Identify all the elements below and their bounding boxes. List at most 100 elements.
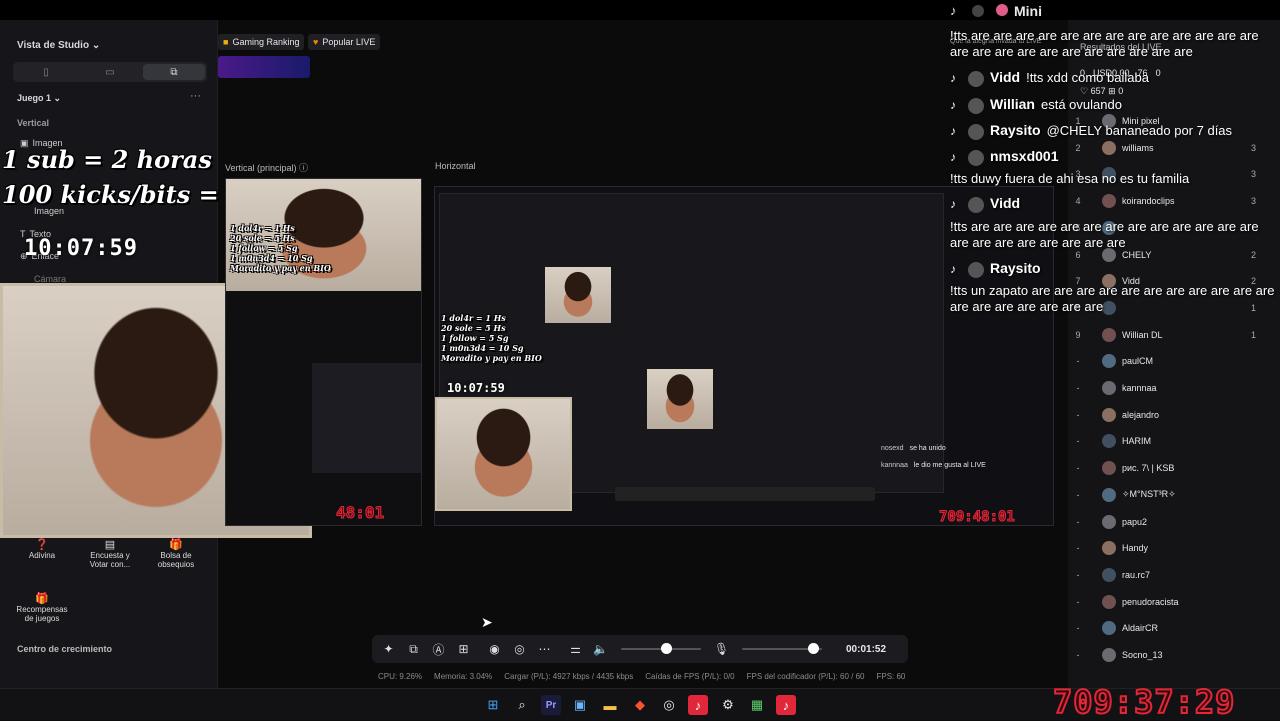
ranking-row[interactable]: - kannnaa bbox=[1068, 375, 1268, 401]
ranking-row[interactable]: - HARIM bbox=[1068, 428, 1268, 454]
layers-icon[interactable]: ⧉ bbox=[401, 635, 426, 663]
tab-gaming-ranking[interactable]: ■ Gaming Ranking bbox=[218, 34, 305, 50]
chevron-down-icon: ⌄ bbox=[91, 40, 101, 51]
ranking-row[interactable]: - rau.rc7 bbox=[1068, 562, 1268, 588]
layout-horizontal-option[interactable]: ▭ bbox=[79, 64, 141, 80]
ranking-row[interactable]: - AldairCR bbox=[1068, 615, 1268, 641]
layout-dual-option[interactable]: ⧉ bbox=[143, 64, 205, 80]
vertical-preview[interactable]: 1 dol4r = 1 Hs 20 sole = 5 Hs 1 follow =… bbox=[225, 178, 422, 526]
settings-icon[interactable]: ⚙ bbox=[718, 695, 738, 715]
rank-username: rau.rc7 bbox=[1122, 569, 1151, 580]
chat-message: !tts are are are are are are are are are… bbox=[950, 28, 1276, 60]
folder-icon[interactable]: ▬ bbox=[600, 695, 620, 715]
chat-text: !tts un zapato are are are are are are a… bbox=[950, 283, 1275, 314]
sidebar-timer: 10:07:59 bbox=[24, 236, 138, 261]
tile-guess[interactable]: ❓ Adivina bbox=[14, 538, 70, 560]
ranking-row[interactable]: 9 Willian DL 1 bbox=[1068, 322, 1268, 348]
search-icon[interactable]: ⌕ bbox=[512, 695, 532, 715]
avatar bbox=[1102, 514, 1116, 529]
speaker-volume-slider[interactable] bbox=[621, 643, 701, 654]
rank-number: - bbox=[1076, 383, 1080, 393]
tiktok-icon: ♪ bbox=[950, 150, 956, 164]
scene-dropdown[interactable]: Juego 1 ⌄ bbox=[17, 93, 61, 104]
rank-number: - bbox=[1076, 463, 1080, 474]
avatar bbox=[1102, 487, 1116, 502]
more-icon[interactable]: ⋯ bbox=[532, 635, 557, 663]
app-icon[interactable]: ▦ bbox=[747, 695, 767, 715]
trophy-icon: ■ bbox=[223, 37, 229, 47]
chat-text: está ovulando bbox=[1041, 97, 1122, 112]
rank-score: 2 bbox=[1250, 249, 1256, 260]
avatar bbox=[968, 149, 984, 166]
title-bar: ♪ Mini bbox=[0, 0, 1280, 20]
more-options-icon[interactable]: ··· bbox=[190, 90, 201, 102]
ranking-row[interactable]: - paulCM bbox=[1068, 348, 1268, 374]
tile-game-rewards[interactable]: 🎁 Recompensas de juegos bbox=[12, 592, 72, 623]
rank-number: - bbox=[1076, 409, 1080, 420]
slider-knob[interactable] bbox=[808, 643, 819, 654]
heart-icon: ♡ bbox=[1080, 86, 1091, 96]
avatar bbox=[968, 261, 984, 278]
nested-webcam-1 bbox=[545, 267, 611, 323]
nested-webcam-2 bbox=[435, 397, 572, 511]
effects-icon[interactable]: ✦ bbox=[376, 635, 401, 663]
ranking-row[interactable]: - papu2 bbox=[1068, 509, 1268, 535]
add-source-icon[interactable]: ⊞ bbox=[451, 635, 476, 663]
obs-icon[interactable]: ◎ bbox=[659, 695, 679, 715]
badge-icon bbox=[996, 4, 1008, 16]
rank-number: - bbox=[1076, 596, 1080, 607]
rank-username: paulCM bbox=[1122, 356, 1154, 367]
ranking-row[interactable]: - penudoracista bbox=[1068, 589, 1268, 615]
chat-username: Vidd bbox=[990, 195, 1021, 211]
tiktok-icon[interactable]: ♪ bbox=[776, 695, 796, 715]
premiere-icon[interactable]: Pr bbox=[541, 695, 561, 715]
speaker-icon[interactable]: 🔈 bbox=[588, 635, 613, 663]
tile-gift-bag[interactable]: 🎁 Bolsa de obsequios bbox=[148, 538, 204, 569]
notification-user: kannnaa bbox=[881, 462, 908, 469]
tile-label: Recompensas de juegos bbox=[16, 605, 68, 623]
capture-icon[interactable]: ◎ bbox=[507, 635, 532, 663]
mixer-icon[interactable]: ⚌ bbox=[563, 635, 588, 663]
chat-message: ♪ Vidd !tts xdd como bailaba bbox=[950, 69, 1276, 87]
ranking-row[interactable]: - Handy bbox=[1068, 535, 1268, 561]
ranking-row[interactable]: - ✧M°NST³R✧ bbox=[1068, 482, 1268, 508]
capture-app-icon[interactable]: ▣ bbox=[570, 695, 590, 715]
studio-view-dropdown[interactable]: Vista de Studio ⌄ bbox=[17, 40, 100, 51]
windows-start-icon[interactable]: ⊞ bbox=[483, 695, 503, 715]
tiktok-studio-icon[interactable]: ♪ bbox=[688, 695, 708, 715]
brave-icon[interactable]: ◆ bbox=[630, 695, 650, 715]
ranking-row[interactable]: - Socno_13 bbox=[1068, 642, 1268, 668]
chat-message: !tts un zapato are are are are are are a… bbox=[950, 283, 1276, 315]
microphone-icon[interactable]: 🎙 bbox=[709, 635, 734, 663]
mini-label: Mini bbox=[1014, 3, 1042, 19]
tab-popular-live[interactable]: ♥ Popular LIVE bbox=[308, 34, 381, 50]
event-banner[interactable] bbox=[218, 56, 310, 78]
tile-poll[interactable]: ▤ Encuesta y Votar con... bbox=[80, 538, 140, 569]
ai-icon[interactable]: Ⓐ bbox=[426, 635, 451, 663]
layout-vertical-option[interactable]: ▯ bbox=[15, 64, 77, 80]
avatar bbox=[1102, 461, 1116, 476]
avatar bbox=[1102, 354, 1116, 369]
rank-number: - bbox=[1076, 569, 1080, 580]
chat-message: ♪ Raysito @CHELY bananeado por 7 días bbox=[950, 122, 1276, 140]
avatar bbox=[968, 70, 984, 87]
nested-controls bbox=[615, 487, 875, 501]
rank-username: Handy bbox=[1122, 543, 1149, 554]
avatar bbox=[968, 97, 984, 114]
notification-user: nosexd bbox=[881, 445, 904, 452]
likes-value: 657 bbox=[1090, 86, 1106, 96]
tile-label: Adivina bbox=[28, 551, 56, 560]
chat-text: @CHELY bananeado por 7 días bbox=[1046, 123, 1233, 138]
slider-knob[interactable] bbox=[661, 643, 672, 654]
mic-volume-slider[interactable] bbox=[742, 643, 822, 654]
chat-text: !tts are are are are are are are are are… bbox=[950, 28, 1259, 59]
chat-message: ♪ Vidd bbox=[950, 195, 1276, 213]
record-icon[interactable]: ◉ bbox=[482, 635, 507, 663]
tab-label: Popular LIVE bbox=[322, 37, 376, 47]
chat-message: ♪ nmsxd001 bbox=[950, 148, 1276, 166]
ranking-row[interactable]: - alejandro bbox=[1068, 402, 1268, 428]
section-vertical-label: Vertical bbox=[17, 118, 50, 128]
ranking-row[interactable]: - рис. 7\ | KSB bbox=[1068, 455, 1268, 481]
chat-text: !tts are are are are are are are are are… bbox=[950, 219, 1259, 250]
rank-username: alejandro bbox=[1122, 409, 1160, 420]
